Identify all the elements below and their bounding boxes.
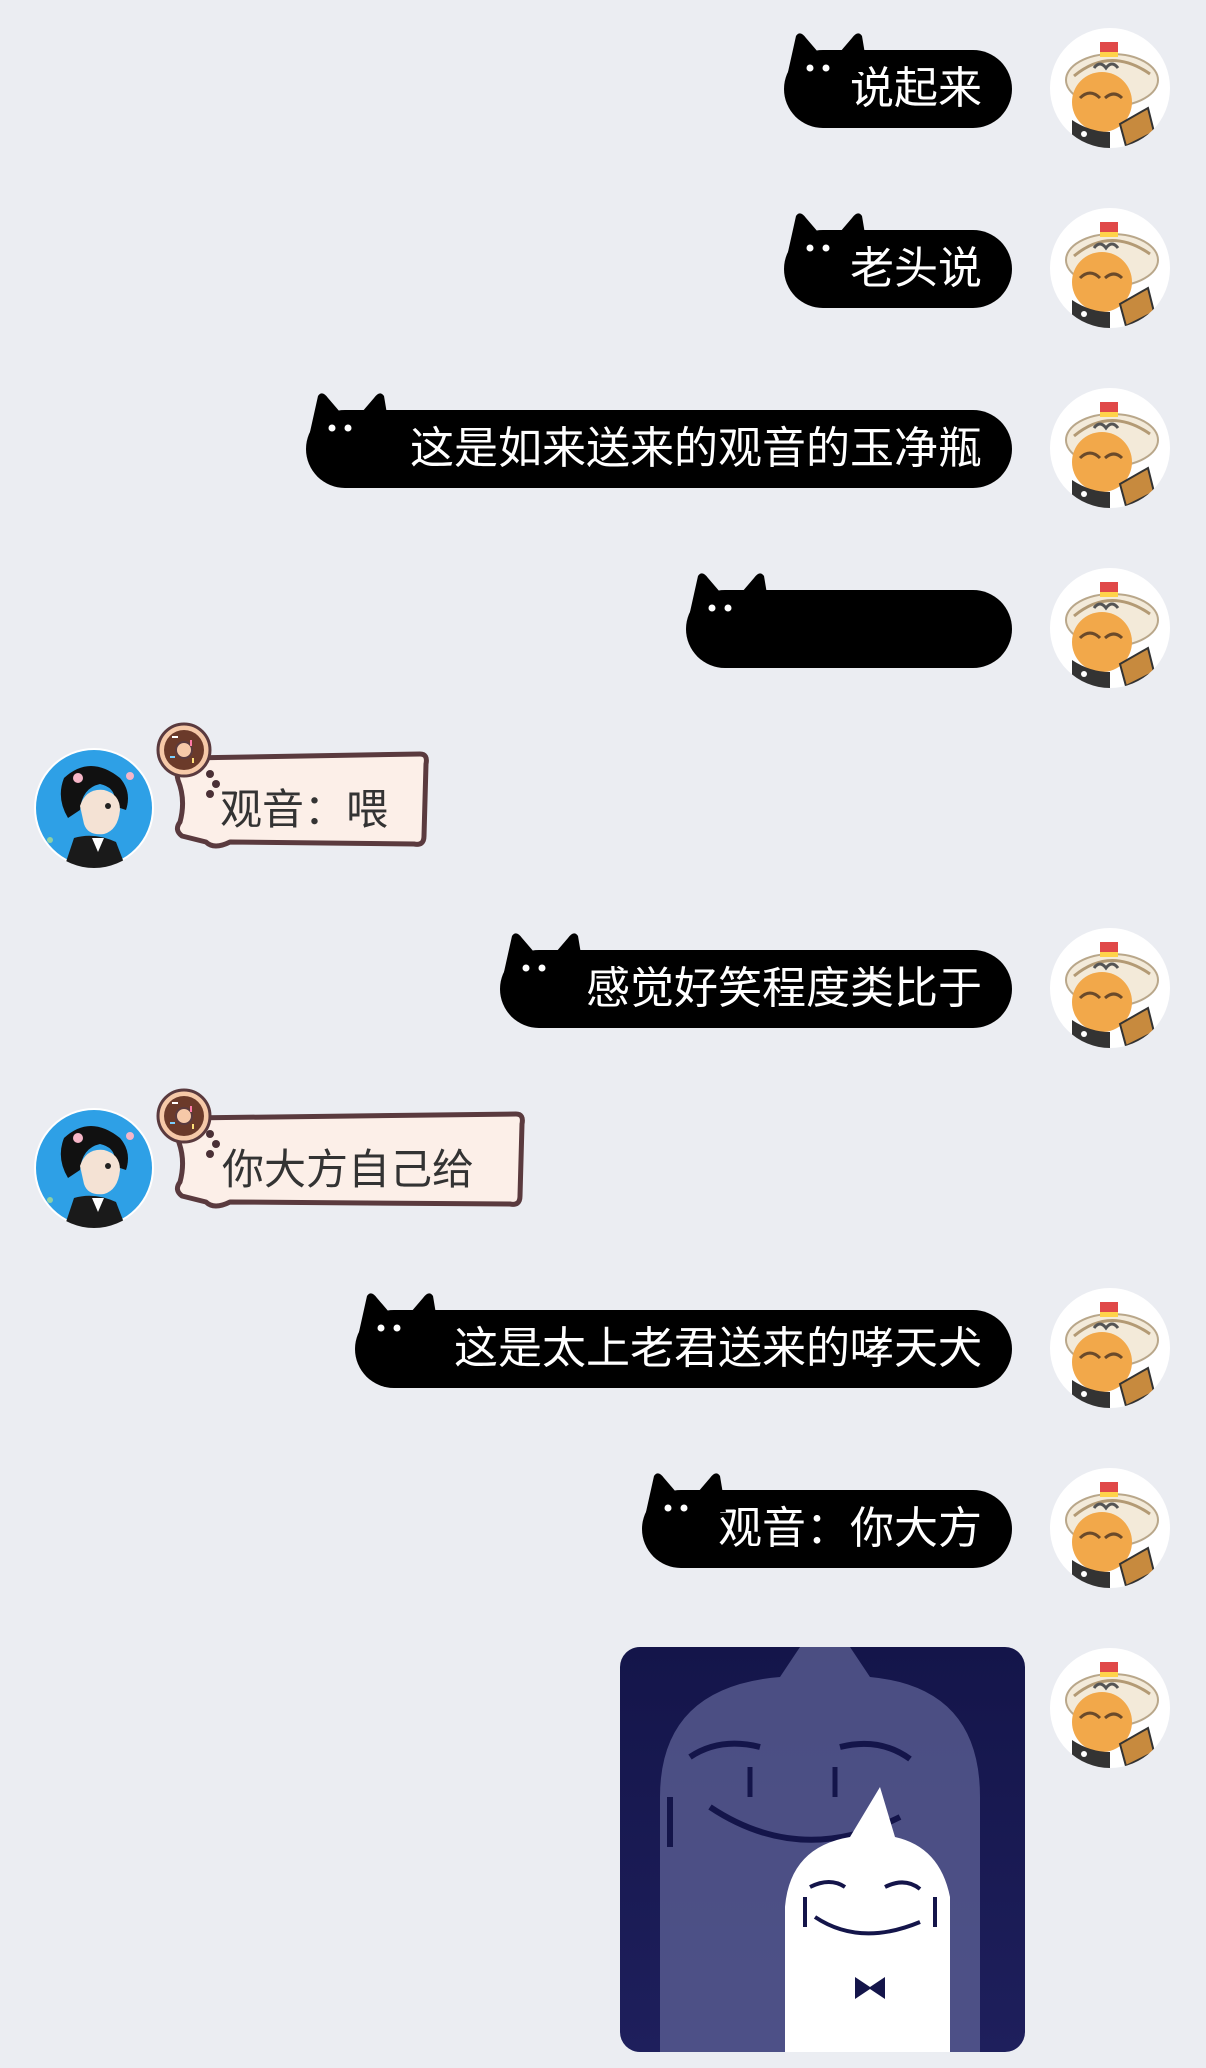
message-text: 这是太上老君送来的哮天犬 [454, 1323, 982, 1374]
cat-eyes-icon [806, 244, 830, 252]
contact-avatar[interactable] [34, 748, 154, 868]
message-bubble[interactable]: 说起来 [784, 33, 1012, 128]
user-avatar[interactable] [1050, 1288, 1170, 1408]
user-avatar[interactable] [1050, 1648, 1170, 1768]
message-bubble[interactable]: 感觉好笑程度类比于 [500, 933, 1012, 1028]
user-avatar[interactable] [1050, 388, 1170, 508]
message-text: 观音：喂 [220, 785, 389, 834]
message-bubble[interactable] [686, 573, 1012, 668]
message-text: 观音：你大方 [718, 1503, 982, 1554]
message-bubble[interactable]: 观音：喂 [156, 722, 432, 850]
cat-eyes-icon [708, 604, 732, 612]
cat-eyes-icon [522, 964, 546, 972]
message-text: 感觉好笑程度类比于 [586, 963, 982, 1014]
user-avatar[interactable] [1050, 928, 1170, 1048]
cat-eyes-icon [664, 1504, 688, 1512]
cat-eyes-icon [328, 424, 352, 432]
message-bubble[interactable]: 你大方自己给 [156, 1088, 528, 1210]
user-avatar[interactable] [1050, 568, 1170, 688]
message-bubble[interactable]: 这是如来送来的观音的玉净瓶 [306, 393, 1012, 488]
dots-icon [206, 1130, 220, 1158]
user-avatar[interactable] [1050, 1468, 1170, 1588]
contact-avatar[interactable] [34, 1108, 154, 1228]
user-avatar[interactable] [1050, 28, 1170, 148]
message-bubble[interactable]: 这是太上老君送来的哮天犬 [355, 1293, 1012, 1388]
message-bubble[interactable]: 老头说 [784, 213, 1012, 308]
user-avatar[interactable] [1050, 208, 1170, 328]
message-text: 这是如来送来的观音的玉净瓶 [410, 423, 982, 474]
message-text: 你大方自己给 [222, 1145, 475, 1194]
message-bubble[interactable]: 观音：你大方 [642, 1473, 1012, 1568]
message-text: 说起来 [850, 63, 982, 114]
cat-eyes-icon [806, 64, 830, 72]
sticker-image[interactable] [620, 1647, 1025, 2052]
message-text: 老头说 [850, 243, 982, 294]
cat-eyes-icon [377, 1324, 401, 1332]
